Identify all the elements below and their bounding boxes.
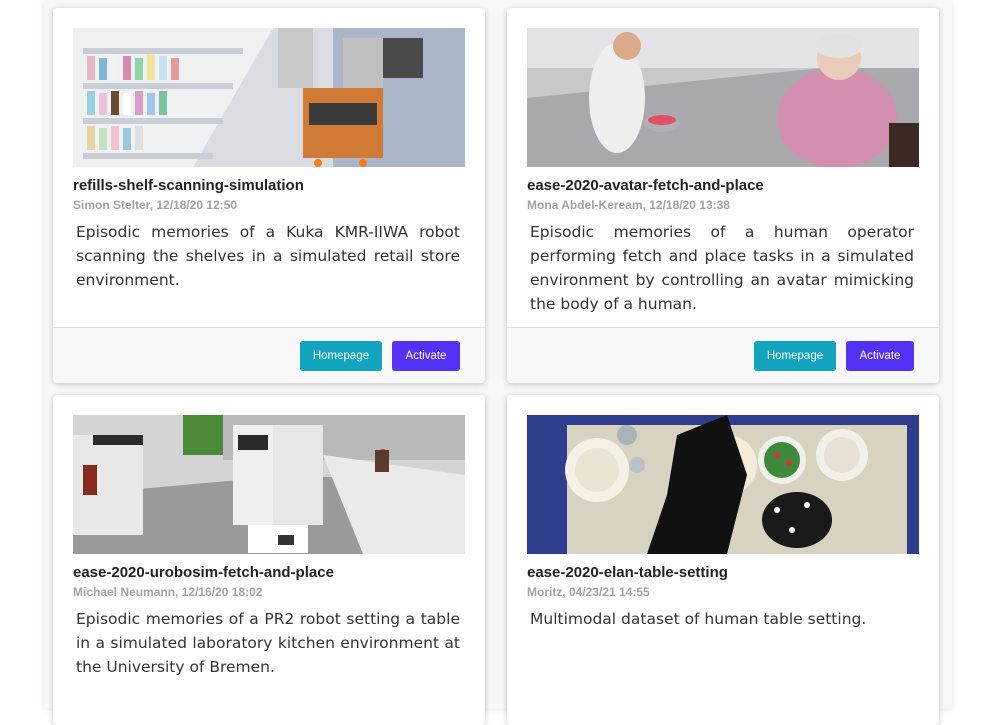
dataset-author-date: Moritz, 04/23/21 14:55 [527,585,650,599]
homepage-button[interactable]: Homepage [300,341,382,371]
dataset-card: ease-2020-urobosim-fetch-and-place Micha… [53,395,485,725]
dataset-description: Episodic memories of a human operator pe… [530,223,914,313]
dataset-title: ease-2020-urobosim-fetch-and-place [73,564,334,581]
dataset-card: ease-2020-avatar-fetch-and-place Mona Ab… [507,8,939,383]
card-footer: Homepage Activate [53,327,485,383]
card-footer: Homepage Activate [507,327,939,383]
dataset-description: Multimodal dataset of human table settin… [530,610,867,628]
dataset-title: refills-shelf-scanning-simulation [73,177,304,194]
dataset-author-date: Mona Abdel-Keream, 12/18/20 13:38 [527,198,730,212]
homepage-button[interactable]: Homepage [754,341,836,371]
dataset-title: ease-2020-avatar-fetch-and-place [527,177,764,194]
dataset-title: ease-2020-elan-table-setting [527,564,728,581]
dataset-description: Episodic memories of a Kuka KMR-IIWA rob… [76,223,460,289]
dataset-thumbnail[interactable] [527,415,919,554]
activate-button[interactable]: Activate [846,341,914,371]
dataset-author-date: Simon Stelter, 12/18/20 12:50 [73,198,238,212]
dataset-card: ease-2020-elan-table-setting Moritz, 04/… [507,395,939,725]
dataset-thumbnail[interactable] [527,28,919,167]
dataset-thumbnail[interactable] [73,28,465,167]
dataset-author-date: Michael Neumann, 12/16/20 18:02 [73,585,263,599]
dataset-thumbnail[interactable] [73,415,465,554]
activate-button[interactable]: Activate [392,341,460,371]
dataset-description: Episodic memories of a PR2 robot setting… [76,610,460,676]
dataset-card: refills-shelf-scanning-simulation Simon … [53,8,485,383]
